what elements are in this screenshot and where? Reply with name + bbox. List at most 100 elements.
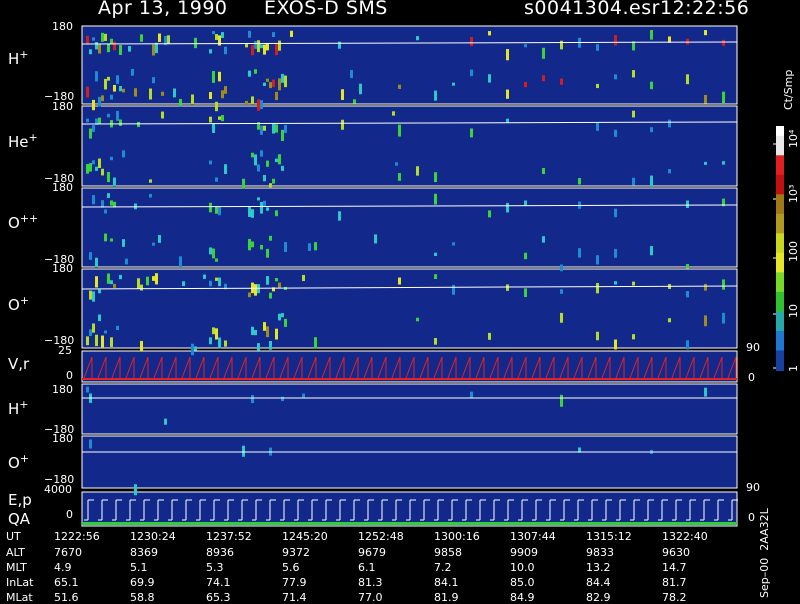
spectrogram-cell [506,89,509,99]
spectrogram-cell [155,42,158,54]
table-cell: 77.0 [358,591,383,604]
table-cell: 71.4 [282,591,307,604]
spectrogram-cell [452,284,455,295]
table-cell: 4.9 [54,561,72,574]
spectrogram-cell [98,158,101,169]
panel-5-top-tick: 25 [58,344,72,357]
spectrogram-cell [284,242,287,253]
spectrogram-cell [257,164,260,172]
spectrogram-cell [614,339,617,350]
spectrogram-cell [338,41,341,49]
spectrogram-cell [341,119,344,130]
spectrogram-cell [134,88,137,97]
spectrogram-cell [614,208,617,218]
spectrogram-cell [614,35,617,46]
spectrogram-cell [416,36,419,41]
panel-8-bottom-tick: 0 [66,508,73,521]
spectrogram-cell [104,78,107,90]
spectrogram-cell [110,238,113,242]
spectrogram-cell [167,35,170,44]
spectrogram-cell [104,209,107,214]
spectrogram-cell [86,386,89,393]
spectrogram-cell [704,161,707,165]
spectrogram-cell [704,94,707,104]
spectrogram-cell [122,150,125,158]
spectrogram-cell [260,44,263,49]
table-cell: 78.2 [662,591,687,604]
spectrogram-cell [560,312,563,323]
spectrogram-cell [215,34,218,40]
spectrogram-cell [89,128,92,139]
spectrogram-cell [542,236,545,243]
spectrogram-cell [542,47,545,59]
table-cell: 65.1 [54,576,79,589]
spectrogram-cell [506,284,509,291]
spectrogram-cell [149,88,152,100]
spectrogram-cell [128,46,131,52]
spectrogram-cell [251,96,254,105]
spectrogram-cell [278,154,281,165]
table-cell: 1300:16 [434,530,480,543]
spectrogram-cell [275,278,278,282]
spectrogram-cell [110,200,113,206]
spectrogram-cell [209,116,212,123]
panel-8-right-tick: 0 [748,511,755,524]
spectrogram-cell [254,329,257,336]
spectrogram-cell [251,45,254,56]
spectrogram-cell [92,160,95,165]
panel-5-right-bottom-tick: 0 [748,371,755,384]
spectrogram-cell [209,337,212,345]
spectrogram-cell [281,73,284,83]
table-row-label: ALT [6,546,25,559]
spectrogram-cell [686,263,689,269]
spectrogram-cell [668,318,671,323]
spectrogram-cell [263,82,266,86]
spectrogram-cell [137,121,140,128]
spectrogram-cell [398,277,401,285]
panel-7-top-tick: 180 [52,432,73,445]
table-cell: 10.0 [510,561,535,574]
colorbar-segment [776,233,784,254]
spectrogram-cell [191,343,194,356]
spectrogram-cell [179,98,182,107]
spectrogram-cell [113,85,116,92]
table-cell: 8936 [206,546,234,559]
panel-1-background [81,25,738,105]
spectrogram-cell [104,330,107,334]
spectrogram-cell [95,71,98,82]
spectrogram-cell [107,76,110,81]
spectrogram-cell [263,44,266,55]
spectrogram-cell [242,178,245,189]
spectrogram-cell [596,255,599,265]
spectrogram-cell [452,242,455,246]
panel-4-top-tick: 180 [52,262,73,275]
colorbar-segment [776,330,784,352]
table-cell: 85.0 [510,576,535,589]
spectrogram-cell [95,166,98,171]
spectrogram-cell [248,292,251,298]
spectrogram-cell [248,206,251,217]
spectrogram-cell [221,90,224,99]
spectrogram-cell [488,31,491,36]
colorbar-segment [776,291,784,313]
table-cell: 1222:56 [54,530,100,543]
spectrogram-cell [524,200,527,206]
spectrogram-cell [542,168,545,175]
spectrogram-cell [215,277,218,281]
colorbar-tick-1: 1 [787,365,800,372]
spectrogram-cell [140,340,143,352]
spectrogram-cell [266,78,269,82]
spectrogram-cell [134,484,137,496]
spectrogram-cell [218,116,221,120]
spectrogram-cell [248,238,251,251]
spectrogram-cell [98,314,101,322]
spectrogram-cell [218,206,221,216]
panel-2-background [81,105,738,187]
spectrogram-cell [86,164,89,174]
spectrogram-cell [263,125,266,131]
colorbar-segment [776,252,784,274]
spectrogram-cell [632,70,635,78]
colorbar-segment [776,194,784,215]
spectrogram-cell [506,118,509,123]
spectrogram-cell [278,313,281,321]
